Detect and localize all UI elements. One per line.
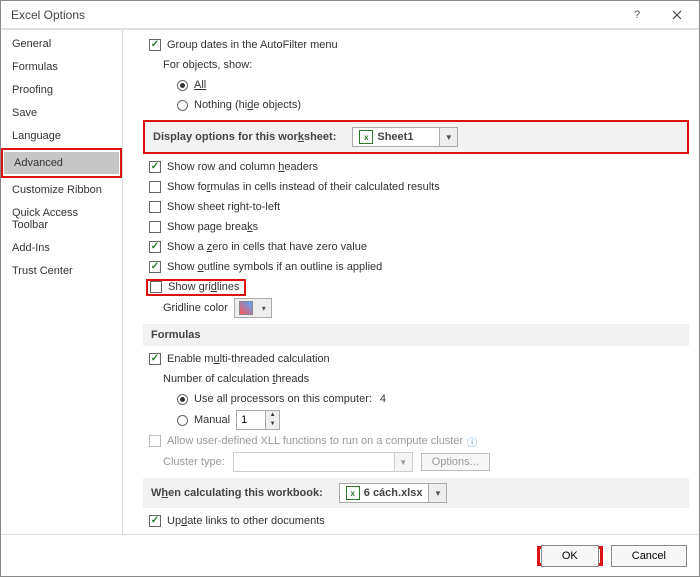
chevron-down-icon[interactable]: ▼ xyxy=(428,484,446,502)
info-icon[interactable]: ⓘ xyxy=(467,434,477,449)
sidebar-item-addins[interactable]: Add-Ins xyxy=(2,237,121,259)
spinner-buttons[interactable]: ▲▼ xyxy=(265,411,279,429)
checkbox-icon[interactable] xyxy=(149,161,161,173)
sidebar-item-formulas[interactable]: Formulas xyxy=(2,56,121,78)
checkbox-icon[interactable] xyxy=(149,39,161,51)
checkbox-icon[interactable] xyxy=(149,261,161,273)
color-swatch-icon xyxy=(239,301,253,315)
dialog-body: General Formulas Proofing Save Language … xyxy=(1,29,699,534)
sidebar: General Formulas Proofing Save Language … xyxy=(1,30,123,534)
opt-show-headers[interactable]: Show row and column headers xyxy=(149,158,689,176)
checkbox-icon xyxy=(149,435,161,447)
checkbox-icon[interactable] xyxy=(149,181,161,193)
excel-sheet-icon: x xyxy=(359,130,373,144)
radio-icon[interactable] xyxy=(177,394,188,405)
manual-thread-spinner[interactable]: ▲▼ xyxy=(236,410,280,430)
opt-outline-symbols[interactable]: Show outline symbols if an outline is ap… xyxy=(149,258,689,276)
excel-options-dialog: Excel Options ? General Formulas Proofin… xyxy=(0,0,700,577)
opt-sheet-rtl[interactable]: Show sheet right-to-left xyxy=(149,198,689,216)
checkbox-icon[interactable] xyxy=(149,353,161,365)
opt-objects-all[interactable]: All xyxy=(177,76,689,94)
opt-update-links[interactable]: Update links to other documents xyxy=(149,512,689,530)
sidebar-item-proofing[interactable]: Proofing xyxy=(2,79,121,101)
dialog-footer: OK Cancel xyxy=(1,534,699,576)
manual-thread-input[interactable] xyxy=(237,411,265,429)
chevron-down-icon: ▼ xyxy=(394,453,412,471)
dialog-title: Excel Options xyxy=(11,8,617,22)
sidebar-item-qat[interactable]: Quick Access Toolbar xyxy=(2,202,121,236)
checkbox-icon[interactable] xyxy=(149,221,161,233)
cluster-type-row: Cluster type: ▼ Options... xyxy=(163,452,689,472)
opt-objects-nothing[interactable]: Nothing (hide objects) xyxy=(177,96,689,114)
highlight-ok: OK xyxy=(537,546,603,566)
opt-show-gridlines[interactable]: Show gridlines xyxy=(149,278,689,296)
opt-manual-threads[interactable]: Manual ▲▼ xyxy=(177,410,689,430)
threads-label: Number of calculation threads xyxy=(163,370,689,388)
checkbox-icon[interactable] xyxy=(149,201,161,213)
radio-icon[interactable] xyxy=(177,415,188,426)
worksheet-dropdown[interactable]: xSheet1 ▼ xyxy=(352,127,458,147)
sidebar-item-general[interactable]: General xyxy=(2,33,121,55)
opt-all-processors[interactable]: Use all processors on this computer: 4 xyxy=(177,390,689,408)
chevron-down-icon[interactable]: ▾ xyxy=(257,299,271,317)
opt-show-formulas[interactable]: Show formulas in cells instead of their … xyxy=(149,178,689,196)
highlight-advanced: Advanced xyxy=(1,148,122,178)
opt-precision[interactable]: Set precision as displayed xyxy=(149,532,689,534)
ok-button[interactable]: OK xyxy=(541,545,599,567)
opt-show-zero[interactable]: Show a zero in cells that have zero valu… xyxy=(149,238,689,256)
cluster-options-button: Options... xyxy=(421,453,490,471)
opt-xll-cluster: Allow user-defined XLL functions to run … xyxy=(149,432,689,450)
opt-multithread[interactable]: Enable multi-threaded calculation xyxy=(149,350,689,368)
opt-autofilter-group[interactable]: Group dates in the AutoFilter menu xyxy=(149,36,689,54)
help-button[interactable]: ? xyxy=(617,2,657,28)
close-icon xyxy=(672,10,682,20)
sidebar-item-customize-ribbon[interactable]: Customize Ribbon xyxy=(2,179,121,201)
objects-label: For objects, show: xyxy=(163,56,689,74)
gridline-color-picker[interactable]: ▾ xyxy=(234,298,272,318)
sidebar-item-advanced[interactable]: Advanced xyxy=(4,152,119,174)
sidebar-item-language[interactable]: Language xyxy=(2,125,121,147)
opt-gridline-color: Gridline color ▾ xyxy=(163,298,689,318)
sidebar-item-save[interactable]: Save xyxy=(2,102,121,124)
chevron-down-icon[interactable]: ▼ xyxy=(439,128,457,146)
highlight-gridlines: Show gridlines xyxy=(146,279,246,296)
processor-count: 4 xyxy=(380,393,386,405)
close-button[interactable] xyxy=(657,2,697,28)
cancel-button[interactable]: Cancel xyxy=(611,545,687,567)
content-pane[interactable]: Group dates in the AutoFilter menu For o… xyxy=(123,30,699,534)
section-display-worksheet: Display options for this worksheet: xShe… xyxy=(145,122,687,152)
excel-file-icon: x xyxy=(346,486,360,500)
section-formulas: Formulas xyxy=(143,324,689,346)
workbook-dropdown[interactable]: x6 cách.xlsx ▼ xyxy=(339,483,448,503)
radio-icon[interactable] xyxy=(177,80,188,91)
checkbox-icon[interactable] xyxy=(149,241,161,253)
opt-page-breaks[interactable]: Show page breaks xyxy=(149,218,689,236)
cluster-type-dropdown: ▼ xyxy=(233,452,413,472)
section-workbook: When calculating this workbook: x6 cách.… xyxy=(143,478,689,508)
sidebar-item-trust-center[interactable]: Trust Center xyxy=(2,260,121,282)
checkbox-icon[interactable] xyxy=(150,281,162,293)
highlight-worksheet-section: Display options for this worksheet: xShe… xyxy=(143,120,689,154)
checkbox-icon[interactable] xyxy=(149,515,161,527)
title-bar: Excel Options ? xyxy=(1,1,699,29)
radio-icon[interactable] xyxy=(177,100,188,111)
